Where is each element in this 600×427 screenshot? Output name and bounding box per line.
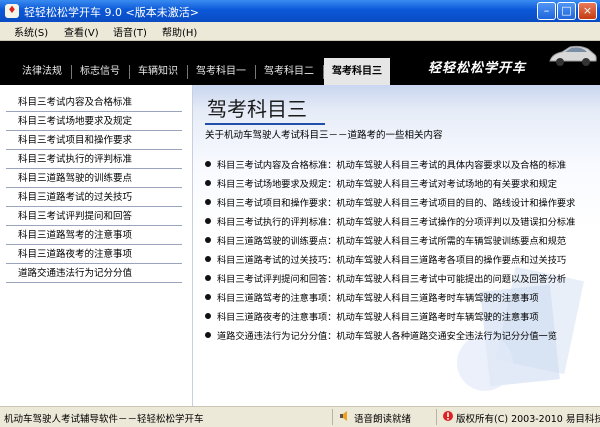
sidebar-item-label: 科目三考试内容及合格标准 [18,97,133,108]
page-title: 驾考科目三 [207,97,307,121]
status-voice: 语音朗读就绪 [354,414,412,425]
status-bar: 机动车驾驶人考试辅导软件－－轻轻松松学开车 语音朗读就绪 版权所有(C) 200… [0,406,600,427]
sidebar-item-questions-answers[interactable]: 科目三考试评判提问和回答 [6,207,182,226]
status-divider [332,409,333,425]
sidebar-item-night-exam-notes[interactable]: 科目三道路夜考的注意事项 [6,245,182,264]
sidebar-item-exam-items[interactable]: 科目三考试项目和操作要求 [6,131,182,150]
menu-help[interactable]: 帮助(H) [162,24,197,39]
tab-subject-one[interactable]: 驾考科目一 [188,58,254,85]
sidebar-item-training-points[interactable]: 科目三道路驾驶的训练要点 [6,169,182,188]
sidebar-item-label: 科目三道路考试的过关技巧 [18,192,133,203]
minimize-button[interactable]: – [537,2,556,20]
sidebar-item-label: 科目三道路夜考的注意事项 [18,249,133,260]
sidebar-item-passing-tips[interactable]: 科目三道路考试的过关技巧 [6,188,182,207]
content-panel: 驾考科目三 关于机动车驾驶人考试科目三－－道路考的一些相关内容 科目三考试内容及… [193,85,600,406]
sidebar-item-judging-standards[interactable]: 科目三考试执行的评判标准 [6,150,182,169]
title-underline [205,123,325,125]
tab-signs[interactable]: 标志信号 [72,58,128,85]
sidebar-item-label: 道路交通违法行为记分分值 [18,268,133,279]
tab-vehicle[interactable]: 车辆知识 [130,58,186,85]
sidebar-item-label: 科目三道路驾考的注意事项 [18,230,133,241]
tab-subject-three[interactable]: 驾考科目三 [324,58,390,85]
bullet-icon [205,161,211,167]
menu-system[interactable]: 系统(S) [14,24,48,39]
sidebar-item-road-exam-notes[interactable]: 科目三道路驾考的注意事项 [6,226,182,245]
bullet-icon [205,256,211,262]
status-copyright: 版权所有(C) 2003-2010 易目科技 [456,414,600,425]
sidebar-item-violation-points[interactable]: 道路交通违法行为记分分值 [6,264,182,283]
bullet-icon [205,294,211,300]
window-title: 轻轻松松学开车 9.0 <版本未激活> [24,6,199,19]
sidebar-item-label: 科目三考试项目和操作要求 [18,135,133,146]
sidebar-item-label: 科目三考试场地要求及规定 [18,116,133,127]
speaker-icon [340,411,347,421]
menu-voice[interactable]: 语音(T) [113,24,147,39]
bullet-icon [205,237,211,243]
info-icon [443,411,453,421]
sidebar-item-site-requirements[interactable]: 科目三考试场地要求及规定 [6,112,182,131]
car-icon [549,45,597,66]
status-app-description: 机动车驾驶人考试辅导软件－－轻轻松松学开车 [4,414,204,425]
page-subtitle: 关于机动车驾驶人考试科目三－－道路考的一些相关内容 [205,130,443,141]
bullet-icon [205,199,211,205]
brand-slogan: 轻轻松松学开车 [428,61,527,76]
title-bar[interactable]: ♦ 轻轻松松学开车 9.0 <版本未激活> – □ × [0,0,600,22]
sidebar-item-exam-content[interactable]: 科目三考试内容及合格标准 [6,93,182,112]
sidebar-item-label: 科目三考试执行的评判标准 [18,154,133,165]
bullet-icon [205,180,211,186]
sidebar: 科目三考试内容及合格标准 科目三考试场地要求及规定 科目三考试项目和操作要求 科… [0,85,193,406]
menu-view[interactable]: 查看(V) [64,24,99,39]
close-button[interactable]: × [578,2,597,20]
tab-subject-two[interactable]: 驾考科目二 [256,58,322,85]
maximize-button[interactable]: □ [557,2,576,20]
sidebar-item-label: 科目三道路驾驶的训练要点 [18,173,133,184]
bullet-icon [205,275,211,281]
sidebar-item-label: 科目三考试评判提问和回答 [18,211,133,222]
tab-laws[interactable]: 法律法规 [14,58,70,85]
bullet-icon [205,332,211,338]
bullet-icon [205,218,211,224]
bullet-icon [205,313,211,319]
menu-bar: 系统(S) 查看(V) 语音(T) 帮助(H) [0,22,600,41]
status-divider [436,409,437,425]
app-icon[interactable]: ♦ [5,4,19,18]
